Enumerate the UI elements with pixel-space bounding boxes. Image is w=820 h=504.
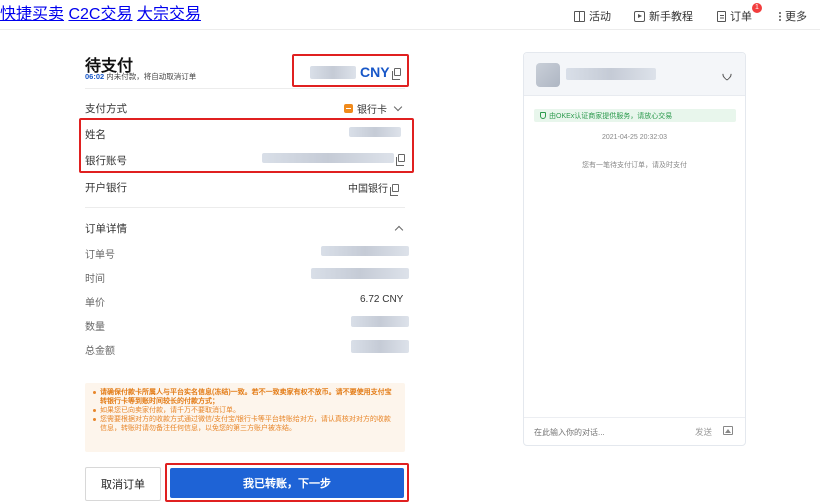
image-upload-icon[interactable]: [723, 426, 733, 435]
divider: [524, 417, 745, 418]
time-redacted: [311, 268, 409, 279]
more-dots-icon: [778, 11, 781, 22]
notice-item: 请确保付款卡所属人与平台实名信息(冻结)一致。若不一致卖家有权不放币。请不要使用…: [93, 388, 397, 406]
highlight-confirm-button: [165, 463, 409, 502]
order-number-value: [321, 246, 409, 256]
payment-notice: 请确保付款卡所属人与平台实名信息(冻结)一致。若不一致卖家有权不放币。请不要使用…: [85, 383, 405, 452]
highlight-payee-info: [79, 118, 414, 173]
nav-orders[interactable]: 订单: [717, 8, 752, 24]
nav-activity[interactable]: 活动: [574, 8, 611, 24]
divider: [85, 88, 405, 89]
nav-block-trade[interactable]: 大宗交易: [137, 6, 201, 23]
nav-c2c-trade[interactable]: C2C交易: [68, 6, 132, 23]
chat-timestamp: 2021-04-25 20:32:03: [602, 134, 667, 141]
chevron-down-icon: [393, 102, 403, 112]
price-label: 单价: [85, 298, 105, 309]
quantity-value: [351, 316, 409, 327]
quantity-redacted: [351, 316, 409, 327]
send-button[interactable]: 发送: [695, 426, 712, 438]
time-value: [311, 268, 409, 279]
quantity-label: 数量: [85, 322, 105, 333]
chat-header: [524, 53, 745, 96]
payment-method-value: 银行卡: [357, 105, 387, 116]
bank-name-text: 中国银行: [348, 184, 388, 195]
orders-badge: 1: [752, 3, 762, 13]
video-icon: [634, 10, 645, 22]
total-redacted: [351, 340, 409, 353]
nav-more[interactable]: 更多: [778, 8, 807, 24]
divider: [85, 207, 405, 208]
secure-banner: 由OKEx认证商家提供服务，请放心交易: [534, 109, 736, 122]
shield-icon: [540, 112, 546, 119]
nav-quick-trade[interactable]: 快捷买卖: [0, 6, 64, 23]
nav-tutorial-label: 新手教程: [649, 11, 693, 23]
cancel-order-button[interactable]: 取消订单: [85, 467, 161, 501]
payment-method-select[interactable]: 银行卡: [344, 101, 403, 116]
chevron-up-icon[interactable]: [394, 225, 404, 235]
countdown-text: 06:02 内未付款，将自动取消订单: [85, 71, 196, 82]
payment-method-label: 支付方式: [85, 103, 127, 115]
bank-card-icon: [344, 104, 353, 113]
phone-icon[interactable]: [719, 66, 735, 82]
nav-tutorial[interactable]: 新手教程: [634, 8, 693, 24]
countdown-message: 内未付款，将自动取消订单: [106, 72, 197, 81]
highlight-amount: [292, 54, 409, 87]
order-number-label: 订单号: [85, 250, 115, 261]
gift-icon: [574, 10, 585, 22]
top-navbar: 快捷买卖 C2C交易 大宗交易 活动 新手教程 订单 1 更多: [0, 0, 820, 30]
merchant-name-redacted: [566, 68, 656, 80]
nav-activity-label: 活动: [589, 11, 611, 23]
price-value: 6.72 CNY: [360, 294, 404, 305]
chat-input[interactable]: [534, 425, 684, 439]
chat-system-message: 您有一笔待支付订单，请及时支付: [582, 162, 687, 169]
order-icon: [717, 10, 726, 22]
total-value: [351, 340, 409, 353]
bank-name-label: 开户银行: [85, 182, 127, 194]
nav-more-label: 更多: [785, 11, 807, 23]
bank-name-value: 中国银行: [348, 180, 399, 196]
countdown-timer: 06:02: [85, 72, 105, 81]
secure-banner-text: 由OKEx认证商家提供服务，请放心交易: [549, 112, 673, 120]
avatar: [536, 63, 560, 87]
notice-item: 您需要根据对方的收款方式通过微信/支付宝/银行卡等平台转账给对方，请认真核对对方…: [93, 415, 397, 433]
order-number-redacted: [321, 246, 409, 256]
nav-orders-label: 订单: [730, 11, 752, 23]
total-label: 总金额: [85, 346, 115, 357]
copy-bank-icon[interactable]: [390, 183, 399, 196]
order-details-header[interactable]: 订单详情: [85, 221, 127, 236]
chat-panel: 由OKEx认证商家提供服务，请放心交易 2021-04-25 20:32:03 …: [523, 52, 746, 446]
time-label: 时间: [85, 274, 105, 285]
notice-item: 如果您已向卖家付款，请千万不要取消订单。: [93, 406, 397, 415]
